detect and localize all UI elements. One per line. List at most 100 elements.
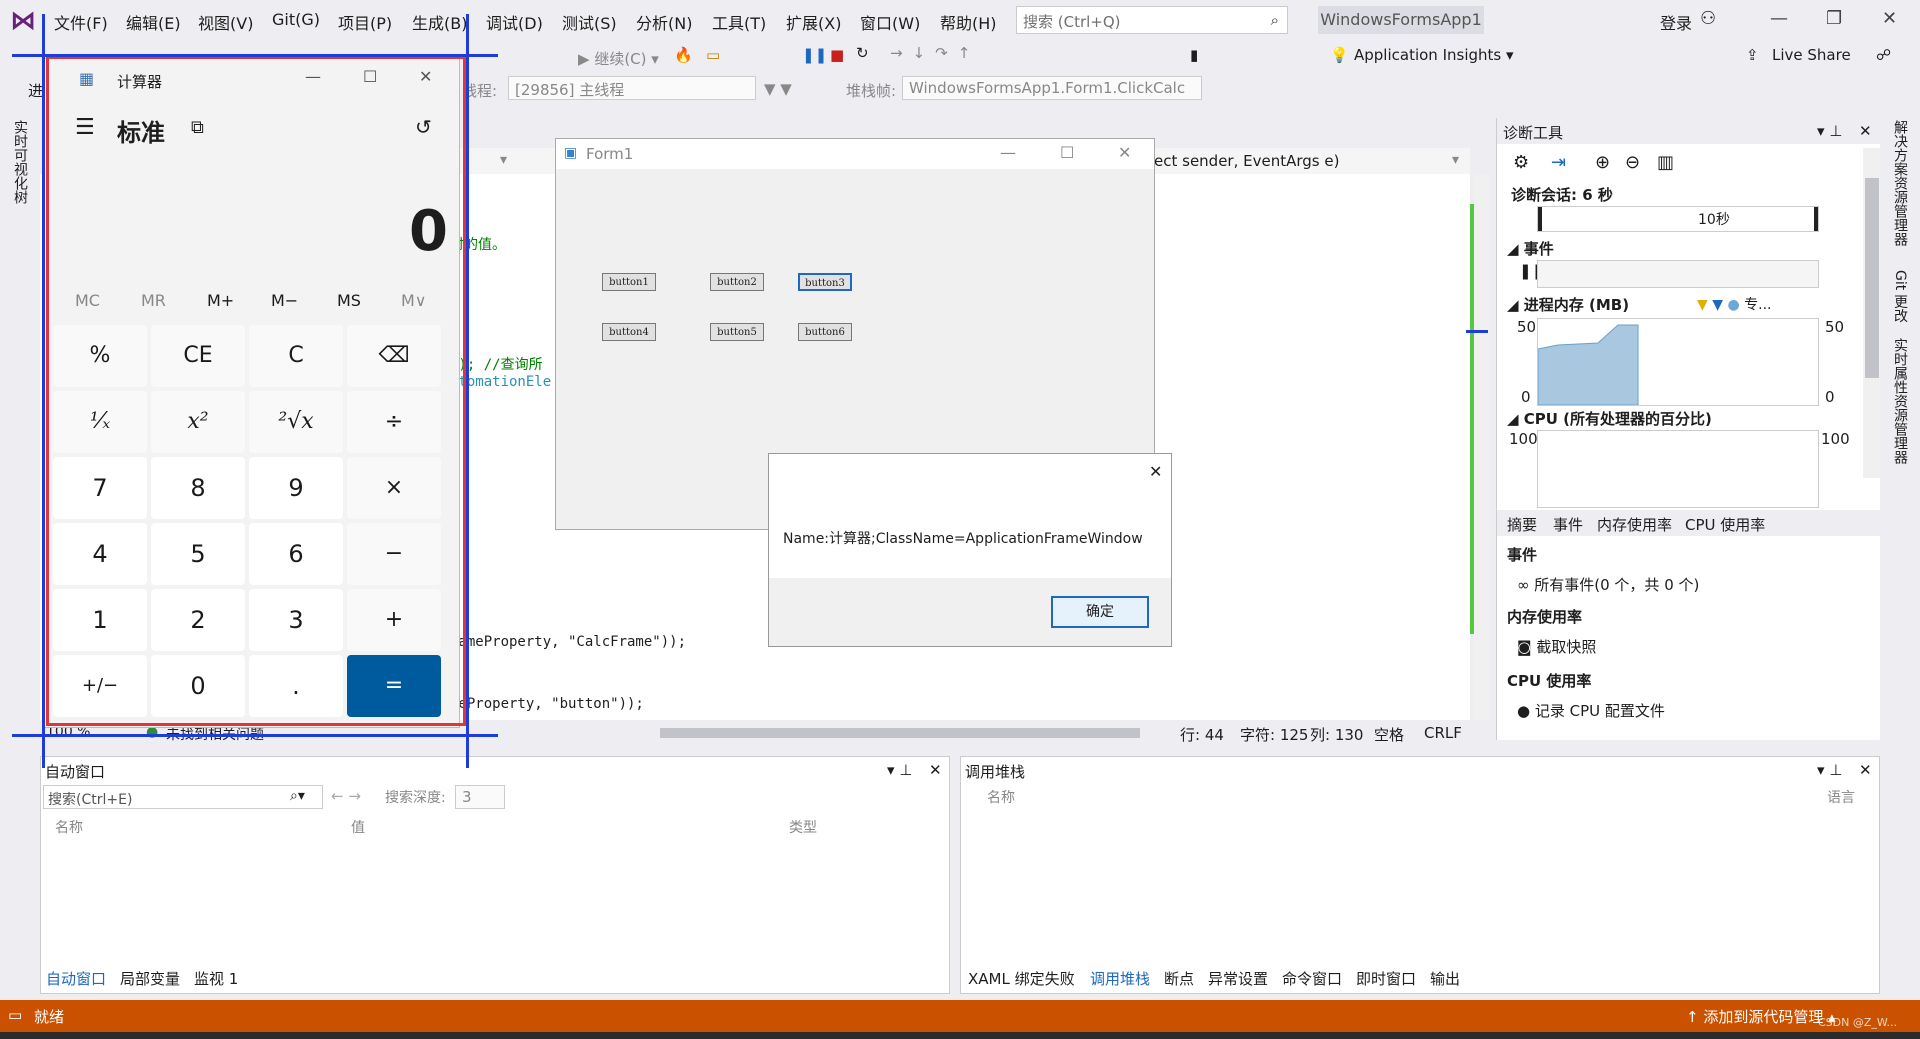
- button2[interactable]: button2: [710, 273, 764, 291]
- live-visual-tree-tab[interactable]: 实时可视化树: [10, 120, 30, 204]
- menu-view[interactable]: 视图(V): [198, 10, 253, 34]
- hot-reload-icon[interactable]: 🔥: [674, 46, 693, 64]
- diag-scrollbar[interactable]: [1863, 148, 1881, 478]
- pin-icon[interactable]: ▾ ⊥: [1817, 122, 1842, 140]
- search-input[interactable]: 搜索 (Ctrl+Q) ⌕: [1016, 6, 1288, 34]
- thread-combo[interactable]: [29856] 主线程: [508, 76, 756, 100]
- settings-icon[interactable]: ⚙: [1513, 152, 1529, 173]
- continue-button[interactable]: ▶ 继续(C) ▾: [578, 48, 659, 69]
- git-changes-tab[interactable]: Git 更改: [1890, 270, 1910, 323]
- tab-command[interactable]: 命令窗口: [1282, 968, 1342, 989]
- user-add-icon[interactable]: ⚇: [1700, 8, 1716, 29]
- menu-extensions[interactable]: 扩展(X): [786, 10, 841, 34]
- login-button[interactable]: 登录: [1660, 10, 1692, 34]
- menu-file[interactable]: 文件(F): [54, 10, 108, 34]
- record-cpu-button[interactable]: ● 记录 CPU 配置文件: [1517, 700, 1665, 721]
- diag-scroll-thumb[interactable]: [1865, 178, 1879, 378]
- msgbox-close-icon[interactable]: ✕: [1149, 462, 1162, 481]
- export-icon[interactable]: ⇥: [1551, 152, 1566, 173]
- snapshot-button[interactable]: ◙ 截取快照: [1517, 636, 1596, 657]
- method-combo[interactable]: ect sender, EventArgs e): [1154, 152, 1339, 170]
- tab-cpu[interactable]: CPU 使用率: [1685, 514, 1765, 535]
- timeline-start-marker[interactable]: [1538, 207, 1542, 231]
- ok-button[interactable]: 确定: [1051, 596, 1149, 628]
- zoom-in-icon[interactable]: ⊕: [1595, 152, 1610, 173]
- depth-label: 搜索深度:: [385, 790, 446, 806]
- button4[interactable]: button4: [602, 323, 656, 341]
- method-dropdown-icon[interactable]: ▾: [1452, 152, 1459, 168]
- close-icon[interactable]: ✕: [1882, 8, 1897, 29]
- button6[interactable]: button6: [798, 323, 852, 341]
- timeline-end-marker[interactable]: [1814, 207, 1818, 231]
- tab-xaml[interactable]: XAML 绑定失败: [968, 968, 1075, 989]
- menu-help[interactable]: 帮助(H): [940, 10, 997, 34]
- tab-memory[interactable]: 内存使用率: [1597, 514, 1672, 535]
- button1[interactable]: button1: [602, 273, 656, 291]
- guide-line-top: [12, 54, 498, 57]
- live-share-button[interactable]: Live Share: [1772, 46, 1851, 64]
- form1-maximize-icon[interactable]: ☐: [1060, 143, 1074, 162]
- tab-output[interactable]: 输出: [1430, 968, 1460, 989]
- maximize-icon[interactable]: ❐: [1826, 8, 1842, 29]
- tab-autos[interactable]: 自动窗口: [46, 968, 106, 989]
- filter-icon[interactable]: ▼ ▼: [764, 80, 792, 98]
- button5[interactable]: button5: [710, 323, 764, 341]
- tab-summary[interactable]: 摘要: [1507, 514, 1537, 535]
- autos-search-input[interactable]: 搜索(Ctrl+E) ⌕▾: [43, 785, 323, 809]
- cpu-max-label-right: 100: [1821, 430, 1850, 448]
- col-value: 值: [351, 820, 365, 836]
- step-icons[interactable]: →↓↷↑: [890, 44, 980, 62]
- form1-minimize-icon[interactable]: —: [1000, 143, 1016, 162]
- tab-exceptions[interactable]: 异常设置: [1208, 968, 1268, 989]
- callstack-pin-icon[interactable]: ▾ ⊥: [1817, 761, 1842, 779]
- pause-icon[interactable]: ❚❚: [802, 46, 827, 64]
- depth-combo[interactable]: 3: [455, 785, 505, 809]
- diag-close-icon[interactable]: ✕: [1859, 122, 1872, 140]
- zoom-out-icon[interactable]: ⊖: [1625, 152, 1640, 173]
- tab-breakpoints[interactable]: 断点: [1164, 968, 1194, 989]
- folder-icon[interactable]: ▭: [706, 46, 720, 64]
- tab-locals[interactable]: 局部变量: [120, 968, 180, 989]
- all-events-link[interactable]: ∞ 所有事件(0 个，共 0 个): [1517, 574, 1699, 595]
- tab-immediate[interactable]: 即时窗口: [1356, 968, 1416, 989]
- menu-debug[interactable]: 调试(D): [486, 10, 543, 34]
- autos-pin-icon[interactable]: ▾ ⊥: [887, 761, 912, 779]
- editor-vscrollbar[interactable]: [1474, 174, 1490, 720]
- menu-analyze[interactable]: 分析(N): [636, 10, 692, 34]
- stop-icon[interactable]: ■: [830, 46, 844, 64]
- live-properties-tab[interactable]: 实时属性资源管理器: [1890, 338, 1910, 464]
- menu-tools[interactable]: 工具(T): [712, 10, 766, 34]
- source-control-button[interactable]: ↑ 添加到源代码管理 ▴: [1686, 1006, 1836, 1027]
- menu-test[interactable]: 测试(S): [562, 10, 617, 34]
- nav-dropdown-icon[interactable]: ▾: [500, 152, 507, 168]
- feedback-icon[interactable]: ☍: [1876, 46, 1891, 64]
- menu-git[interactable]: Git(G): [272, 10, 320, 29]
- timeline[interactable]: 10秒: [1537, 206, 1819, 232]
- tab-watch1[interactable]: 监视 1: [194, 968, 238, 989]
- highlight-rectangle: [46, 56, 466, 726]
- solution-explorer-tab[interactable]: 解决方案资源管理器: [1890, 120, 1910, 246]
- app-insights-button[interactable]: Application Insights ▾: [1354, 46, 1514, 64]
- menu-edit[interactable]: 编辑(E): [126, 10, 181, 34]
- tab-callstack[interactable]: 调用堆栈: [1090, 968, 1150, 989]
- editor-hscrollbar[interactable]: [660, 728, 1140, 738]
- search-placeholder: 搜索 (Ctrl+Q): [1023, 13, 1121, 31]
- autos-close-icon[interactable]: ✕: [929, 761, 942, 779]
- tab-events[interactable]: 事件: [1553, 514, 1583, 535]
- guide-line-right: [466, 14, 469, 768]
- restart-icon[interactable]: ↻: [856, 44, 869, 62]
- callstack-close-icon[interactable]: ✕: [1859, 761, 1872, 779]
- chart-icon[interactable]: ▥: [1657, 152, 1674, 173]
- menu-window[interactable]: 窗口(W): [860, 10, 920, 34]
- stack-frame-combo[interactable]: WindowsFormsApp1.Form1.ClickCalc: [902, 76, 1202, 100]
- guide-line-tick: [1466, 330, 1488, 333]
- cpu-max-label: 100: [1509, 430, 1538, 448]
- menu-project[interactable]: 项目(P): [338, 10, 392, 34]
- button3[interactable]: button3: [798, 273, 852, 291]
- minimize-icon[interactable]: —: [1770, 8, 1788, 29]
- nav-arrows-icon[interactable]: ← →: [331, 787, 361, 805]
- message-box: ✕ Name:计算器;ClassName=ApplicationFrameWin…: [768, 453, 1172, 647]
- menu-build[interactable]: 生成(B): [412, 10, 467, 34]
- bookmark-icon[interactable]: ▮: [1190, 46, 1198, 64]
- form1-close-icon[interactable]: ✕: [1118, 143, 1131, 162]
